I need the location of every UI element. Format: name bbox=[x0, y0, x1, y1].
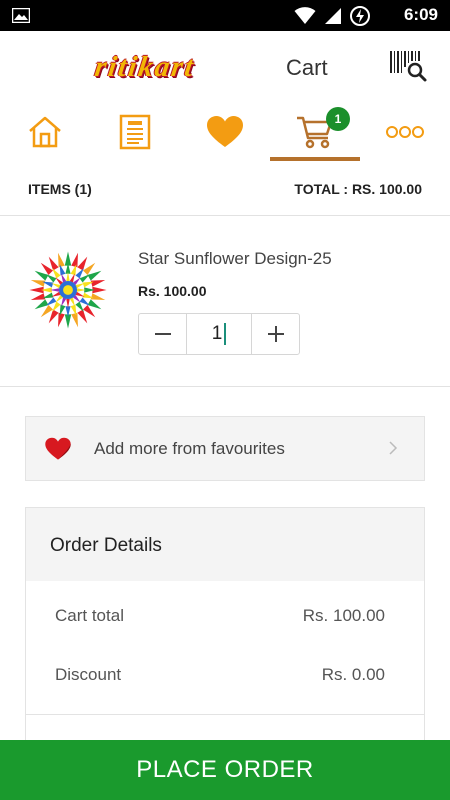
cart-item: Star Sunflower Design-25 Rs. 100.00 1 bbox=[0, 217, 450, 387]
decrease-quantity-button[interactable] bbox=[139, 314, 186, 354]
product-name[interactable]: Star Sunflower Design-25 bbox=[138, 249, 332, 269]
quantity-value: 1 bbox=[211, 323, 223, 344]
nav-favourites[interactable] bbox=[180, 101, 270, 163]
order-details-title: Order Details bbox=[50, 535, 162, 556]
petal bbox=[58, 312, 65, 328]
petal bbox=[40, 304, 54, 318]
petal bbox=[34, 270, 49, 281]
minus-icon bbox=[154, 333, 171, 335]
cart-total-label: Cart total bbox=[55, 606, 124, 625]
petal bbox=[52, 268, 61, 279]
items-count: ITEMS (1) bbox=[28, 181, 92, 197]
petal bbox=[34, 299, 49, 310]
place-order-button[interactable]: PLACE ORDER bbox=[0, 740, 450, 800]
cart-total-value: Rs. 100.00 bbox=[302, 606, 385, 625]
petal bbox=[79, 274, 90, 283]
barcode-search-icon[interactable] bbox=[388, 49, 428, 83]
petal bbox=[79, 297, 90, 306]
divider bbox=[26, 714, 424, 715]
petal bbox=[51, 291, 61, 297]
product-price: Rs. 100.00 bbox=[138, 283, 207, 299]
petal bbox=[46, 297, 57, 306]
wifi-icon bbox=[294, 7, 316, 24]
cart-count-badge: 1 bbox=[326, 107, 350, 131]
petal bbox=[75, 268, 84, 279]
quantity-input[interactable]: 1 bbox=[186, 314, 252, 354]
discount-label: Discount bbox=[55, 665, 122, 684]
menu-list-icon bbox=[119, 114, 151, 150]
nav-more[interactable] bbox=[360, 101, 450, 163]
product-image[interactable] bbox=[27, 249, 109, 331]
order-details-card: Order Details Cart total Rs. 100.00 Disc… bbox=[25, 507, 425, 747]
favourites-label: Add more from favourites bbox=[94, 439, 285, 458]
petal bbox=[30, 280, 46, 287]
red-heart-icon bbox=[45, 437, 71, 460]
petal bbox=[71, 312, 78, 328]
cart-summary: ITEMS (1) TOTAL : RS. 100.00 bbox=[0, 170, 450, 216]
petal bbox=[40, 262, 54, 276]
increase-quantity-button[interactable] bbox=[252, 314, 299, 354]
petal bbox=[75, 301, 84, 312]
app-bar: ritikart Cart bbox=[0, 31, 450, 101]
discount-value: Rs. 0.00 bbox=[321, 665, 385, 684]
petal bbox=[87, 270, 102, 281]
add-from-favourites[interactable]: Add more from favourites bbox=[25, 416, 425, 481]
petal bbox=[69, 273, 75, 283]
order-details-header: Order Details bbox=[26, 508, 424, 581]
plus-icon bbox=[267, 326, 284, 342]
ritikart-logo: ritikart bbox=[92, 51, 198, 83]
nav-home[interactable] bbox=[0, 101, 90, 163]
nav-cart[interactable]: 1 bbox=[270, 101, 360, 163]
cart-total-header: TOTAL : RS. 100.00 bbox=[294, 181, 422, 197]
petal bbox=[61, 273, 67, 283]
petal bbox=[48, 309, 59, 324]
petal bbox=[90, 280, 106, 287]
petal bbox=[61, 297, 67, 307]
petal bbox=[87, 299, 102, 310]
petal bbox=[82, 262, 96, 276]
status-bar: 6:09 bbox=[0, 0, 450, 31]
nav-menu[interactable] bbox=[90, 101, 180, 163]
petal bbox=[48, 256, 59, 271]
petal bbox=[51, 283, 61, 289]
gallery-notification-icon bbox=[12, 8, 30, 23]
petal bbox=[30, 293, 46, 300]
flower-core bbox=[63, 285, 73, 295]
page-title: Cart bbox=[286, 55, 328, 80]
petal bbox=[71, 252, 78, 268]
home-icon bbox=[29, 116, 61, 148]
discount-row: Discount Rs. 0.00 bbox=[26, 665, 424, 705]
petal bbox=[77, 309, 88, 324]
petal bbox=[82, 304, 96, 318]
heart-icon bbox=[207, 116, 243, 147]
text-cursor bbox=[224, 323, 227, 345]
petal bbox=[69, 297, 75, 307]
signal-icon bbox=[325, 8, 341, 24]
bottom-tab-nav: 1 bbox=[0, 101, 450, 163]
clock-time: 6:09 bbox=[403, 5, 438, 24]
petal bbox=[52, 301, 61, 312]
chevron-right-icon bbox=[389, 441, 398, 455]
petal bbox=[75, 283, 85, 289]
battery-charging-icon bbox=[350, 6, 370, 26]
petal bbox=[75, 291, 85, 297]
petal bbox=[58, 252, 65, 268]
petal bbox=[77, 256, 88, 271]
petal bbox=[46, 274, 57, 283]
cart-total-row: Cart total Rs. 100.00 bbox=[26, 606, 424, 646]
petal bbox=[90, 293, 106, 300]
quantity-stepper: 1 bbox=[138, 313, 300, 355]
more-icon bbox=[386, 126, 424, 138]
